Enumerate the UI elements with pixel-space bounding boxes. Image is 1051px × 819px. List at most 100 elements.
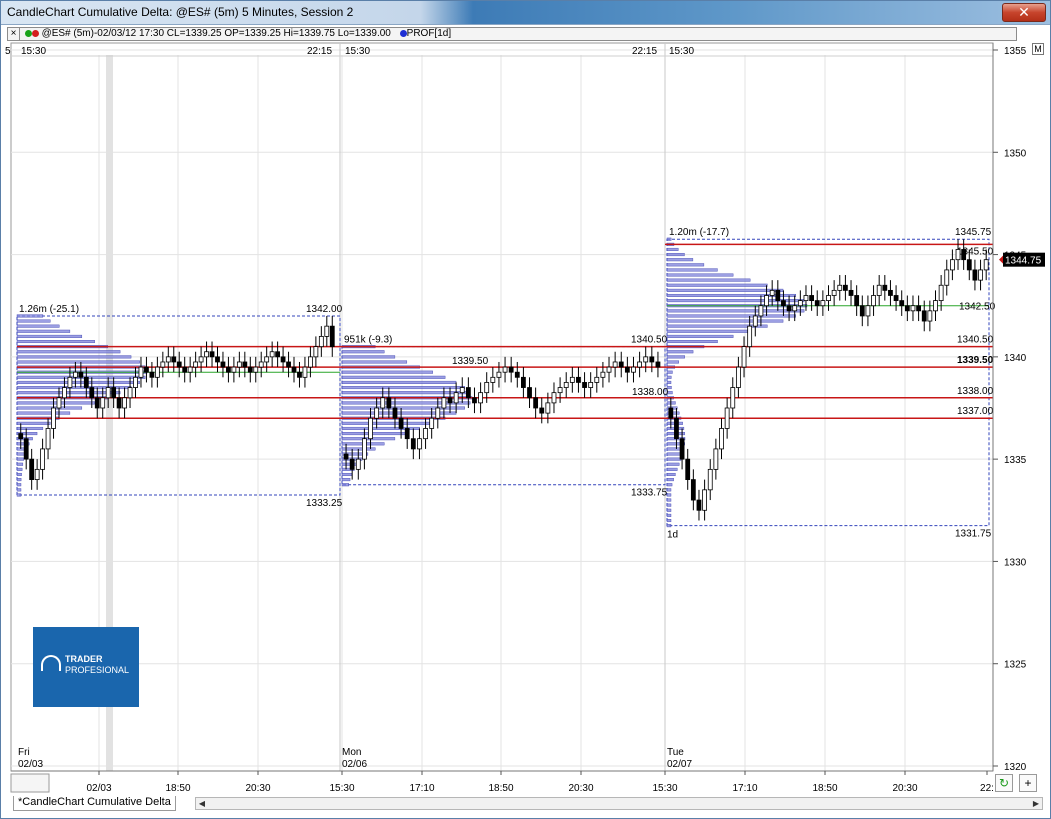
volume-profile-bar — [666, 375, 672, 379]
volume-profile-bar — [666, 283, 768, 287]
volume-profile-bar — [16, 483, 22, 487]
candle-body — [209, 351, 215, 358]
key-level-label: 1338.00 — [957, 386, 994, 397]
candle-body — [786, 305, 792, 312]
volume-profile-bar — [341, 350, 385, 354]
candle-body — [713, 448, 719, 470]
candle-chart[interactable]: 15:30 22:15 15:30 22:15 15:30 5 1.26m (-25.1) 1… — [1, 1, 1050, 818]
volume-profile-bar — [666, 319, 784, 323]
volume-profile-bar — [666, 334, 734, 338]
volume-profile-bar — [16, 350, 121, 354]
price-axis-label: 1335 — [1004, 455, 1027, 466]
volume-profile-bar — [16, 462, 24, 466]
candle-body — [955, 249, 961, 261]
time-header-label: 22:15 — [632, 46, 657, 57]
candle-body — [182, 366, 188, 373]
candle-body — [837, 284, 843, 291]
candle-body — [842, 284, 848, 291]
candle-body — [441, 397, 447, 409]
volume-profile-bar — [16, 380, 140, 384]
candle-body — [472, 397, 477, 404]
candle-body — [927, 310, 933, 322]
time-axis-label: 02/03 — [86, 783, 111, 794]
menu-m-button[interactable]: M — [1032, 43, 1044, 55]
current-price-label: 1344.75 — [1005, 256, 1042, 267]
candle-body — [478, 392, 483, 404]
candle-body — [696, 499, 702, 511]
refresh-icon[interactable]: ↻ — [995, 774, 1013, 792]
candle-body — [490, 376, 496, 383]
candle-body — [40, 448, 45, 470]
volume-profile-bar — [341, 478, 351, 482]
volume-profile-bar — [16, 329, 71, 333]
candle-body — [814, 300, 820, 307]
candle-body — [417, 438, 422, 450]
volume-profile-bar — [666, 508, 672, 512]
candle-body — [730, 387, 736, 409]
day-weekday-label: Fri — [18, 747, 30, 758]
volume-profile-bar — [666, 278, 751, 282]
add-button[interactable]: + — [1019, 774, 1037, 792]
price-axis-label: 1350 — [1004, 148, 1027, 159]
candle-body — [944, 269, 950, 286]
volume-profile-bar — [666, 472, 676, 476]
volume-profile-bar — [341, 432, 408, 436]
candle-body — [612, 361, 618, 368]
tab-candlechart[interactable]: *CandleChart Cumulative Delta — [13, 796, 176, 811]
volume-profile-bar — [16, 401, 95, 405]
candle-body — [149, 371, 155, 378]
volume-profile-bar — [666, 483, 673, 487]
volume-profile-bar — [16, 421, 51, 425]
volume-profile-bar — [341, 375, 446, 379]
candle-body — [893, 295, 899, 302]
candle-body — [637, 361, 642, 368]
candle-body — [78, 371, 84, 378]
volume-profile-bar — [666, 457, 682, 461]
candle-body — [297, 371, 302, 378]
candle-body — [435, 407, 441, 419]
candle-body — [966, 259, 972, 271]
volume-profile-bar — [666, 355, 685, 359]
time-axis-label: 17:10 — [732, 783, 757, 794]
candle-body — [848, 289, 854, 296]
volume-profile-bar — [16, 324, 60, 328]
volume-profile-bar — [341, 355, 396, 359]
candle-body — [386, 397, 392, 409]
candle-body — [496, 371, 502, 378]
candle-body — [594, 376, 600, 383]
scroll-right-icon[interactable]: ▶ — [1030, 798, 1042, 809]
arch-logo-icon — [41, 655, 61, 671]
candle-body — [758, 305, 764, 317]
candle-body — [809, 295, 815, 302]
candle-body — [899, 300, 905, 307]
candle-body — [502, 366, 508, 373]
scroll-left-icon[interactable]: ◀ — [196, 798, 208, 809]
candle-body — [685, 458, 691, 480]
day-weekday-label: Tue — [667, 747, 684, 758]
session-low-label: 1331.75 — [955, 529, 992, 540]
candle-body — [62, 387, 67, 399]
price-axis-label: 1330 — [1004, 557, 1027, 568]
session-volume-label: 1.20m (-17.7) — [669, 227, 729, 238]
session-volume-label: 1.26m (-25.1) — [19, 304, 79, 315]
candle-body — [313, 346, 319, 358]
volume-profile-bar — [666, 467, 678, 471]
price-axis-label: 1320 — [1004, 762, 1027, 773]
candle-body — [679, 438, 685, 460]
candle-body — [392, 407, 398, 419]
time-axis-label: 20:30 — [892, 783, 917, 794]
candle-body — [242, 361, 248, 368]
session-high-label: 1345.75 — [955, 227, 992, 238]
volume-profile-bar — [666, 462, 680, 466]
candle-body — [649, 356, 655, 363]
candle-body — [521, 376, 526, 388]
chart-window: CandleChart Cumulative Delta: @ES# (5m) … — [0, 0, 1051, 819]
time-header-label: 15:30 — [21, 46, 46, 57]
candle-body — [600, 371, 606, 378]
candle-body — [702, 489, 708, 511]
horizontal-scrollbar[interactable]: ◀ ▶ — [195, 797, 1043, 810]
day-date-label: 02/03 — [18, 759, 43, 770]
candle-body — [56, 397, 62, 409]
volume-profile-bar — [16, 391, 121, 395]
session-high-label: 1340.50 — [631, 335, 668, 346]
